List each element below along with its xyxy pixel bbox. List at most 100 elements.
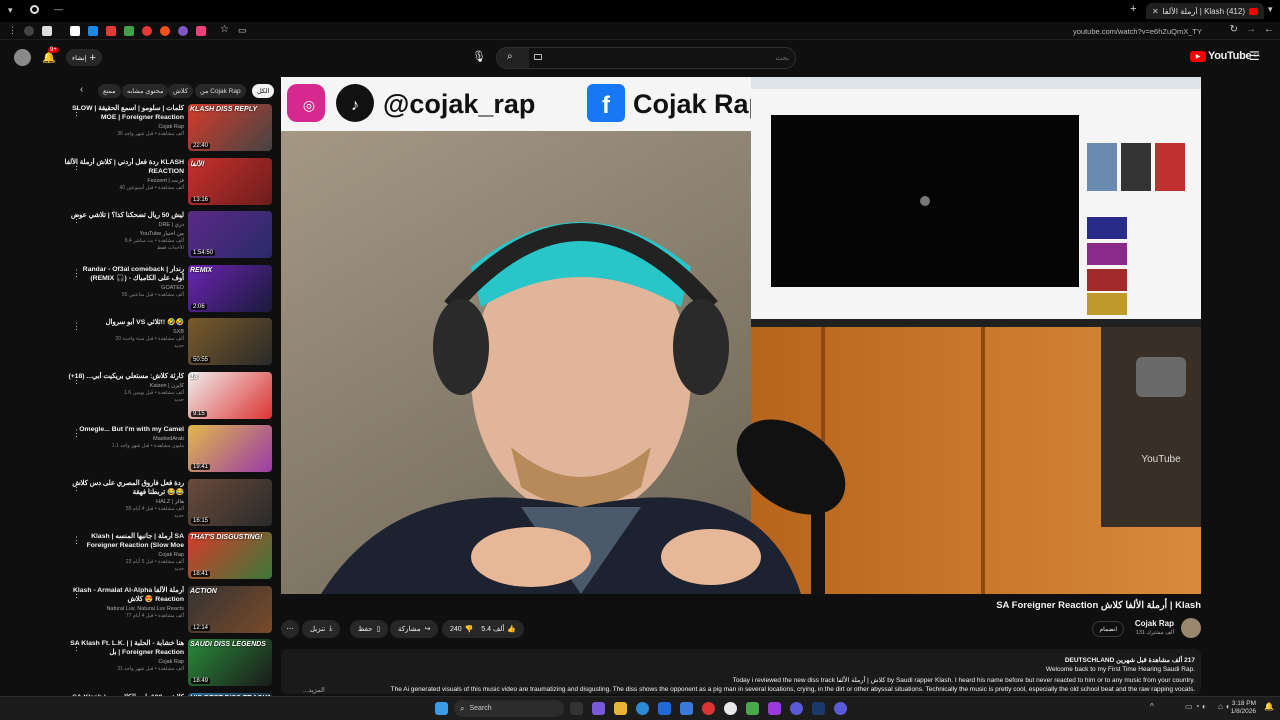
chip-klash[interactable]: كلاش <box>168 84 193 98</box>
cast-icon[interactable]: ▭ <box>238 25 247 36</box>
download-button[interactable]: تنزيل ⤓ <box>302 620 341 638</box>
tray-chevron-icon[interactable]: ^ <box>1150 702 1154 711</box>
chrome-icon[interactable] <box>724 702 737 715</box>
chip-from-channel[interactable]: من Cojak Rap <box>195 84 246 98</box>
file-explorer-icon[interactable] <box>614 702 627 715</box>
list-item[interactable]: ⋮ Klash - Armalat Al-Alpha أرملة الألفا ك… <box>0 585 280 638</box>
search-input[interactable] <box>557 50 789 66</box>
task-view-icon[interactable] <box>570 702 583 715</box>
close-tab-icon[interactable]: ✕ <box>1152 7 1159 16</box>
discord-icon[interactable] <box>790 702 803 715</box>
app-icon[interactable] <box>746 702 759 715</box>
list-item[interactable]: ⋮ كارثة كلاش: مستعلي بريكيت أبي... (18+) K… <box>0 371 280 424</box>
clock[interactable]: 3:18 PM 1/8/2026 <box>1231 700 1256 716</box>
item-thumbnail[interactable]: 18 9:15 <box>188 371 272 419</box>
create-button[interactable]: إنشاء + <box>66 49 102 66</box>
join-button[interactable]: انضمام <box>1092 621 1124 637</box>
extension-icon[interactable] <box>106 26 116 36</box>
taskbar-search[interactable]: ⌕ Search <box>454 700 564 717</box>
list-item[interactable]: ⋮ أبو سروال VS ثلاثي!! 🤣🤣 SXB 20 ألف مشاهدة… <box>0 318 280 370</box>
tray-icons[interactable]: ▭ ◔ ◐ <box>1185 702 1207 711</box>
video-player[interactable]: ◎ ♪ f @cojak_rap Cojak Rap YouTube <box>281 77 1201 594</box>
list-item[interactable]: ⋮ ردة فعل فاروق المصري على دس كلاش تربطنا… <box>0 478 280 531</box>
item-thumbnail[interactable]: ACTION 12:14 <box>188 585 272 633</box>
list-item[interactable]: ⋮ Omegle... But I'm with my Camel MaskedAr… <box>0 425 280 477</box>
forward-icon[interactable]: → <box>1246 24 1256 35</box>
extension-icon[interactable] <box>160 26 170 36</box>
list-item[interactable]: ⋮ Klash | أرملة | جانبها المنسه SA Foreig… <box>0 532 280 584</box>
active-tab[interactable]: ✕ (412) Klash | أرملة الألفا كلاش <box>1146 3 1264 19</box>
steam-icon[interactable] <box>812 702 825 715</box>
extension-icon[interactable] <box>124 26 134 36</box>
reload-icon[interactable]: ↻ <box>1230 24 1238 35</box>
app-icon[interactable] <box>702 702 715 715</box>
extension-icon[interactable] <box>142 26 152 36</box>
extension-icon[interactable] <box>24 26 34 36</box>
address-bar[interactable]: youtube.com/watch?v=e6hZuQmX_TY <box>1073 27 1202 36</box>
youtube-header: 🔔 9+ إنشاء + 🎙 ⌕ ▶ YouTube SA ☰ <box>0 40 1280 76</box>
browser-menu-icon[interactable]: ⋮ <box>8 25 17 36</box>
copilot-icon[interactable] <box>592 702 605 715</box>
extension-icon[interactable] <box>70 26 80 36</box>
item-thumbnail[interactable]: SAUDI DISS LEGENDS 18:49 <box>188 639 272 686</box>
item-thumbnail[interactable]: 1:54:50 <box>188 211 272 258</box>
save-button[interactable]: حفظ ▯ <box>350 620 389 638</box>
extension-icon[interactable] <box>196 26 206 36</box>
item-thumbnail[interactable]: 50:55 <box>188 318 272 365</box>
chip-similar[interactable]: محتوى مشابه <box>122 84 169 98</box>
more-actions-button[interactable]: ⋯ <box>281 620 299 638</box>
item-stats: 55 ألف مشاهدة • قبل 4 أيام <box>125 505 184 512</box>
notifications-icon[interactable]: 🔔 <box>1264 702 1274 711</box>
window-menu-icon[interactable]: ▾ <box>8 5 13 16</box>
item-thumbnail[interactable]: 19:41 <box>188 425 272 472</box>
channel-name[interactable]: Cojak Rap <box>1135 619 1174 628</box>
extension-icon[interactable] <box>178 26 188 36</box>
thumbnail-caption: REMIX <box>190 266 213 274</box>
item-thumbnail[interactable]: REMIX 2:06 <box>188 264 272 312</box>
discord-icon[interactable] <box>834 702 847 715</box>
list-item[interactable]: ⋮ ليش 50 ريال تضحكنا كذا؟ | تلاشي عوض DRE … <box>0 211 280 263</box>
description-line: Welcome back to my First Time Hearing Sa… <box>1045 666 1195 673</box>
keyboard-icon[interactable] <box>534 54 542 60</box>
search-icon: ⌕ <box>460 703 465 713</box>
list-item[interactable]: ⋮ SA Klash Ft. L.K. | هنا خشابة - الحلبة … <box>0 639 280 691</box>
outlook-icon[interactable] <box>658 702 671 715</box>
avatar[interactable] <box>14 49 31 66</box>
app-icon[interactable] <box>680 702 693 715</box>
extension-icon[interactable] <box>42 26 52 36</box>
list-item[interactable]: ⋮ ردة فعل أردني | كلاش أرملة الألفا KLASH… <box>0 157 280 210</box>
extension-icon[interactable] <box>88 26 98 36</box>
description-box[interactable]: 217 ألف مشاهدة قبل شهرين DEUTSCHLAND Wel… <box>281 649 1201 694</box>
network-volume-icon[interactable]: ⌂ ◖ <box>1218 702 1230 711</box>
item-thumbnail[interactable]: 16:15 <box>188 478 272 526</box>
microphone-icon[interactable]: 🎙 <box>472 50 486 63</box>
tab-search-icon[interactable]: ▾ <box>1268 4 1273 15</box>
item-thumbnail[interactable]: KLASH DISS REPLY 22:40 <box>188 104 272 151</box>
hamburger-menu-icon[interactable]: ☰ <box>1249 49 1260 63</box>
item-channel: Kaizen | كايزن <box>149 382 184 389</box>
share-button[interactable]: مشاركة ↪ <box>390 620 439 638</box>
channel-avatar[interactable] <box>1181 618 1201 638</box>
dislike-button[interactable]: 240 👎 <box>450 625 473 634</box>
back-icon[interactable]: ← <box>1264 24 1274 35</box>
list-item[interactable]: ⋮ SLOW | كلمات | سلومو | اسمع الحقيقة MOE… <box>0 104 280 156</box>
list-item[interactable]: ⋮ Randar - Of3al comeback | رندار (REMIX … <box>0 264 280 317</box>
start-icon[interactable] <box>435 702 448 715</box>
item-duration: 9:15 <box>191 410 207 417</box>
chip-fun[interactable]: ممتع <box>98 84 121 98</box>
search-button[interactable]: ⌕ <box>497 48 529 68</box>
show-more-link[interactable]: ...المزيد <box>303 686 325 694</box>
item-title: أبو سروال VS ثلاثي!! 🤣🤣 <box>105 319 184 326</box>
bookmark-star-icon[interactable]: ☆ <box>220 24 229 35</box>
app-icon[interactable] <box>768 702 781 715</box>
like-button[interactable]: 5.4 ألف 👍 <box>481 625 516 633</box>
item-title: كارثة كلاش: مستعلي بريكيت أبي... (18+) <box>68 372 184 380</box>
item-thumbnail[interactable]: الألفا 13:16 <box>188 157 272 205</box>
browser-app-icon[interactable] <box>30 5 39 14</box>
chips-prev-icon[interactable]: ‹ <box>80 84 83 95</box>
edge-icon[interactable] <box>636 702 649 715</box>
item-thumbnail[interactable]: THAT'S DISGUSTING! 18:41 <box>188 532 272 579</box>
new-tab-button[interactable]: + <box>1130 3 1136 15</box>
chip-all[interactable]: الكل <box>252 84 275 98</box>
minimize-tabs-icon[interactable]: — <box>54 4 63 14</box>
